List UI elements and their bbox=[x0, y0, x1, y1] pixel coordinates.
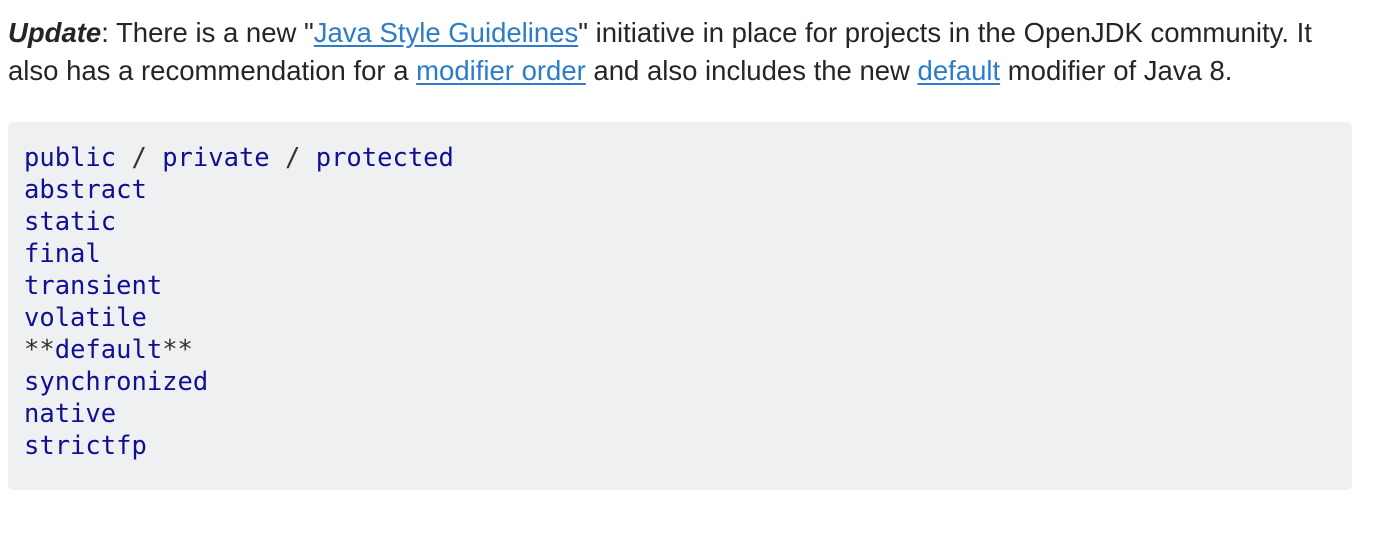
code-line-abstract: abstract bbox=[24, 175, 147, 205]
code-block: public / private / protected abstract st… bbox=[8, 122, 1352, 490]
code-separator: / bbox=[269, 143, 316, 173]
code-line-transient: transient bbox=[24, 271, 163, 301]
code-line-final: final bbox=[24, 239, 101, 269]
code-keyword-default: default bbox=[54, 335, 163, 365]
java-style-guidelines-link[interactable]: Java Style Guidelines bbox=[314, 17, 578, 48]
paragraph-text-1: : There is a new " bbox=[101, 17, 314, 48]
paragraph-text-4: modifier of Java 8. bbox=[1000, 55, 1233, 86]
code-line-static: static bbox=[24, 207, 117, 237]
code-line-access-modifiers: public / private / protected bbox=[24, 142, 1336, 174]
paragraph-text-3: and also includes the new bbox=[585, 55, 918, 86]
code-keyword-public: public bbox=[24, 143, 117, 173]
modifier-order-link[interactable]: modifier order bbox=[416, 55, 586, 86]
code-separator: / bbox=[116, 143, 163, 173]
code-keyword-protected: protected bbox=[315, 143, 454, 173]
code-asterisks-close: ** bbox=[162, 335, 193, 365]
update-paragraph: Update: There is a new "Java Style Guide… bbox=[8, 14, 1352, 90]
code-line-strictfp: strictfp bbox=[24, 431, 147, 461]
code-line-volatile: volatile bbox=[24, 303, 147, 333]
default-link[interactable]: default bbox=[918, 55, 1001, 86]
answer-body: Update: There is a new "Java Style Guide… bbox=[8, 14, 1352, 490]
code-line-native: native bbox=[24, 399, 117, 429]
code-line-default: **default** bbox=[24, 334, 1336, 366]
code-line-synchronized: synchronized bbox=[24, 367, 209, 397]
code-keyword-private: private bbox=[162, 143, 270, 173]
update-label: Update bbox=[8, 17, 102, 48]
code-asterisks-open: ** bbox=[24, 335, 55, 365]
